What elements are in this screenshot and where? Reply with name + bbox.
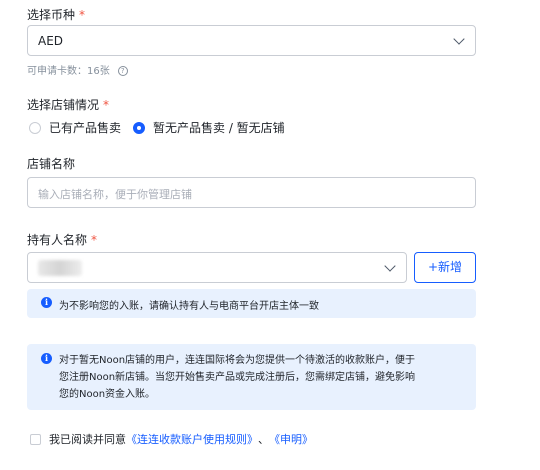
noon-info-box: i 对于暂无Noon店铺的用户，连连国际将会为您提供一个待激活的收款账户，便于 …: [27, 344, 476, 410]
agreement-row: 我已阅读并同意 《连连收款账户使用规则》 、 《申明》: [30, 431, 313, 447]
add-holder-button[interactable]: +新增: [414, 252, 476, 283]
radio-label: 已有产品售卖: [49, 121, 122, 135]
noon-info-text: 对于暂无Noon店铺的用户，连连国际将会为您提供一个待激活的收款账户，便于 您注…: [59, 352, 415, 403]
card-quota-hint: 可申请卡数：16张?: [27, 62, 128, 77]
help-icon[interactable]: ?: [117, 66, 128, 76]
currency-label: 选择币种 *: [27, 8, 86, 22]
holder-label: 持有人名称 *: [27, 233, 98, 247]
radio-label: 暂无产品售卖 / 暂无店铺: [153, 121, 285, 135]
radio-no-products[interactable]: 暂无产品售卖 / 暂无店铺: [133, 119, 285, 136]
info-icon: i: [41, 353, 52, 364]
agreement-prefix: 我已阅读并同意: [49, 433, 126, 446]
account-rules-link[interactable]: 《连连收款账户使用规则》: [126, 431, 258, 447]
radio-has-products[interactable]: 已有产品售卖: [29, 119, 121, 136]
currency-value: AED: [38, 34, 64, 48]
noon-info-line: 您的Noon资金入账。: [59, 389, 156, 400]
store-status-label: 选择店铺情况 *: [27, 98, 110, 112]
required-mark: *: [79, 8, 86, 22]
store-name-input[interactable]: 输入店铺名称，便于你管理店铺: [27, 177, 476, 208]
chevron-down-icon: [453, 33, 465, 45]
info-icon: i: [41, 297, 52, 308]
agreement-checkbox[interactable]: [30, 433, 41, 445]
chevron-down-icon: [384, 260, 396, 272]
required-mark: *: [91, 233, 98, 247]
radio-checked-icon: [133, 121, 145, 134]
holder-notice: i 为不影响您的入账，请确认持有人与电商平台开店主体一致: [27, 289, 476, 318]
currency-select[interactable]: AED: [27, 25, 476, 56]
store-name-label: 店铺名称: [27, 157, 76, 171]
agreement-separator: 、: [258, 433, 269, 446]
radio-unchecked-icon: [29, 121, 41, 134]
noon-info-line: 对于暂无Noon店铺的用户，连连国际将会为您提供一个待激活的收款账户，便于: [59, 355, 416, 366]
required-mark: *: [103, 98, 110, 112]
statement-link[interactable]: 《申明》: [269, 431, 313, 447]
noon-info-line: 您注册Noon新店铺。当您开始售卖产品或完成注册后，您需绑定店铺，避免影响: [59, 372, 416, 383]
holder-notice-text: 为不影响您的入账，请确认持有人与电商平台开店主体一致: [59, 301, 319, 312]
holder-select[interactable]: [27, 252, 407, 283]
redacted-holder-name: [38, 260, 82, 276]
store-name-placeholder: 输入店铺名称，便于你管理店铺: [38, 188, 192, 201]
